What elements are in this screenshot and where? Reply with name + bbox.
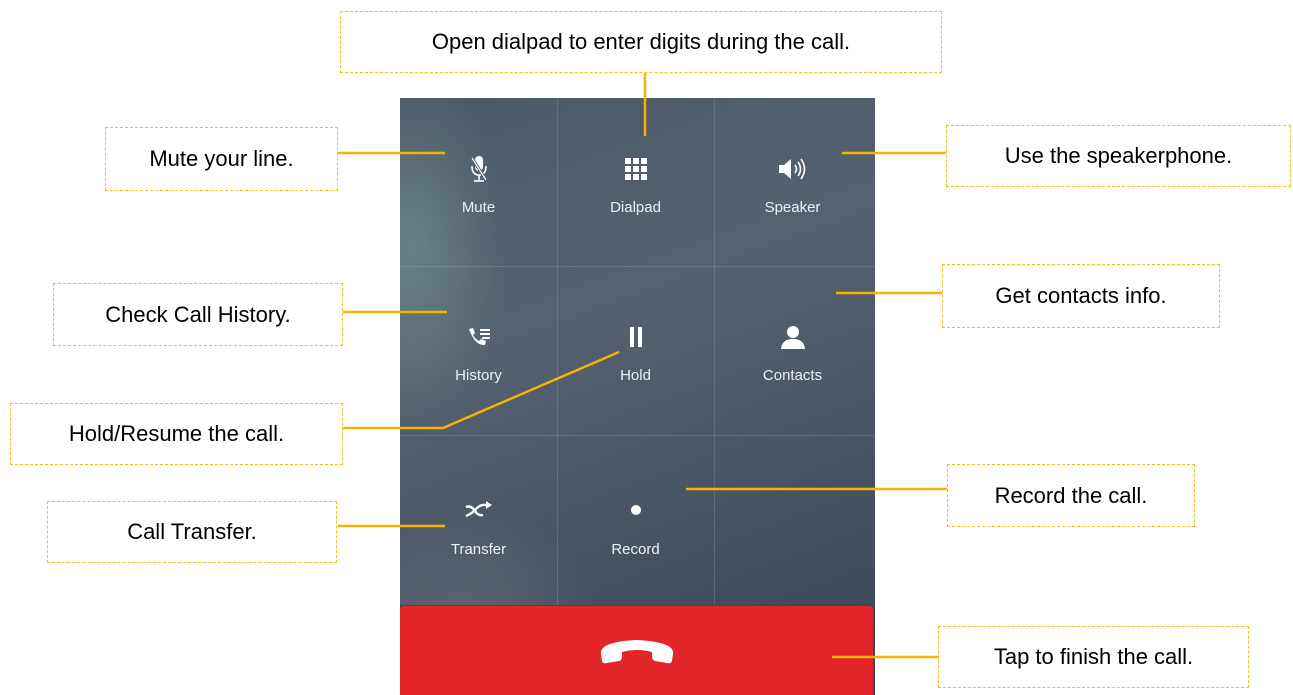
callout-contacts-text: Get contacts info. bbox=[995, 283, 1167, 308]
callout-speaker-text: Use the speakerphone. bbox=[1004, 143, 1233, 168]
callout-dialpad-text: Open dialpad to enter digits during the … bbox=[431, 29, 851, 54]
leader-hold bbox=[343, 350, 620, 430]
callout-hold-text: Hold/Resume the call. bbox=[68, 421, 285, 446]
callout-transfer-text: Call Transfer. bbox=[127, 519, 257, 544]
callout-hold: Hold/Resume the call. bbox=[10, 403, 343, 465]
callout-speaker: Use the speakerphone. bbox=[946, 125, 1291, 187]
callout-transfer: Call Transfer. bbox=[47, 501, 337, 563]
callout-mute-text: Mute your line. bbox=[149, 146, 294, 171]
callout-history: Check Call History. bbox=[53, 283, 343, 346]
callout-end-call: Tap to finish the call. bbox=[938, 626, 1249, 688]
annotation-leader-lines bbox=[338, 70, 947, 659]
callout-dialpad: Open dialpad to enter digits during the … bbox=[340, 11, 942, 73]
callout-contacts: Get contacts info. bbox=[942, 264, 1220, 328]
callout-record-text: Record the call. bbox=[994, 482, 1148, 508]
callout-end-call-text: Tap to finish the call. bbox=[993, 644, 1194, 669]
callout-record: Record the call. bbox=[947, 464, 1195, 527]
callout-history-text: Check Call History. bbox=[105, 301, 291, 327]
callout-mute: Mute your line. bbox=[105, 127, 338, 191]
